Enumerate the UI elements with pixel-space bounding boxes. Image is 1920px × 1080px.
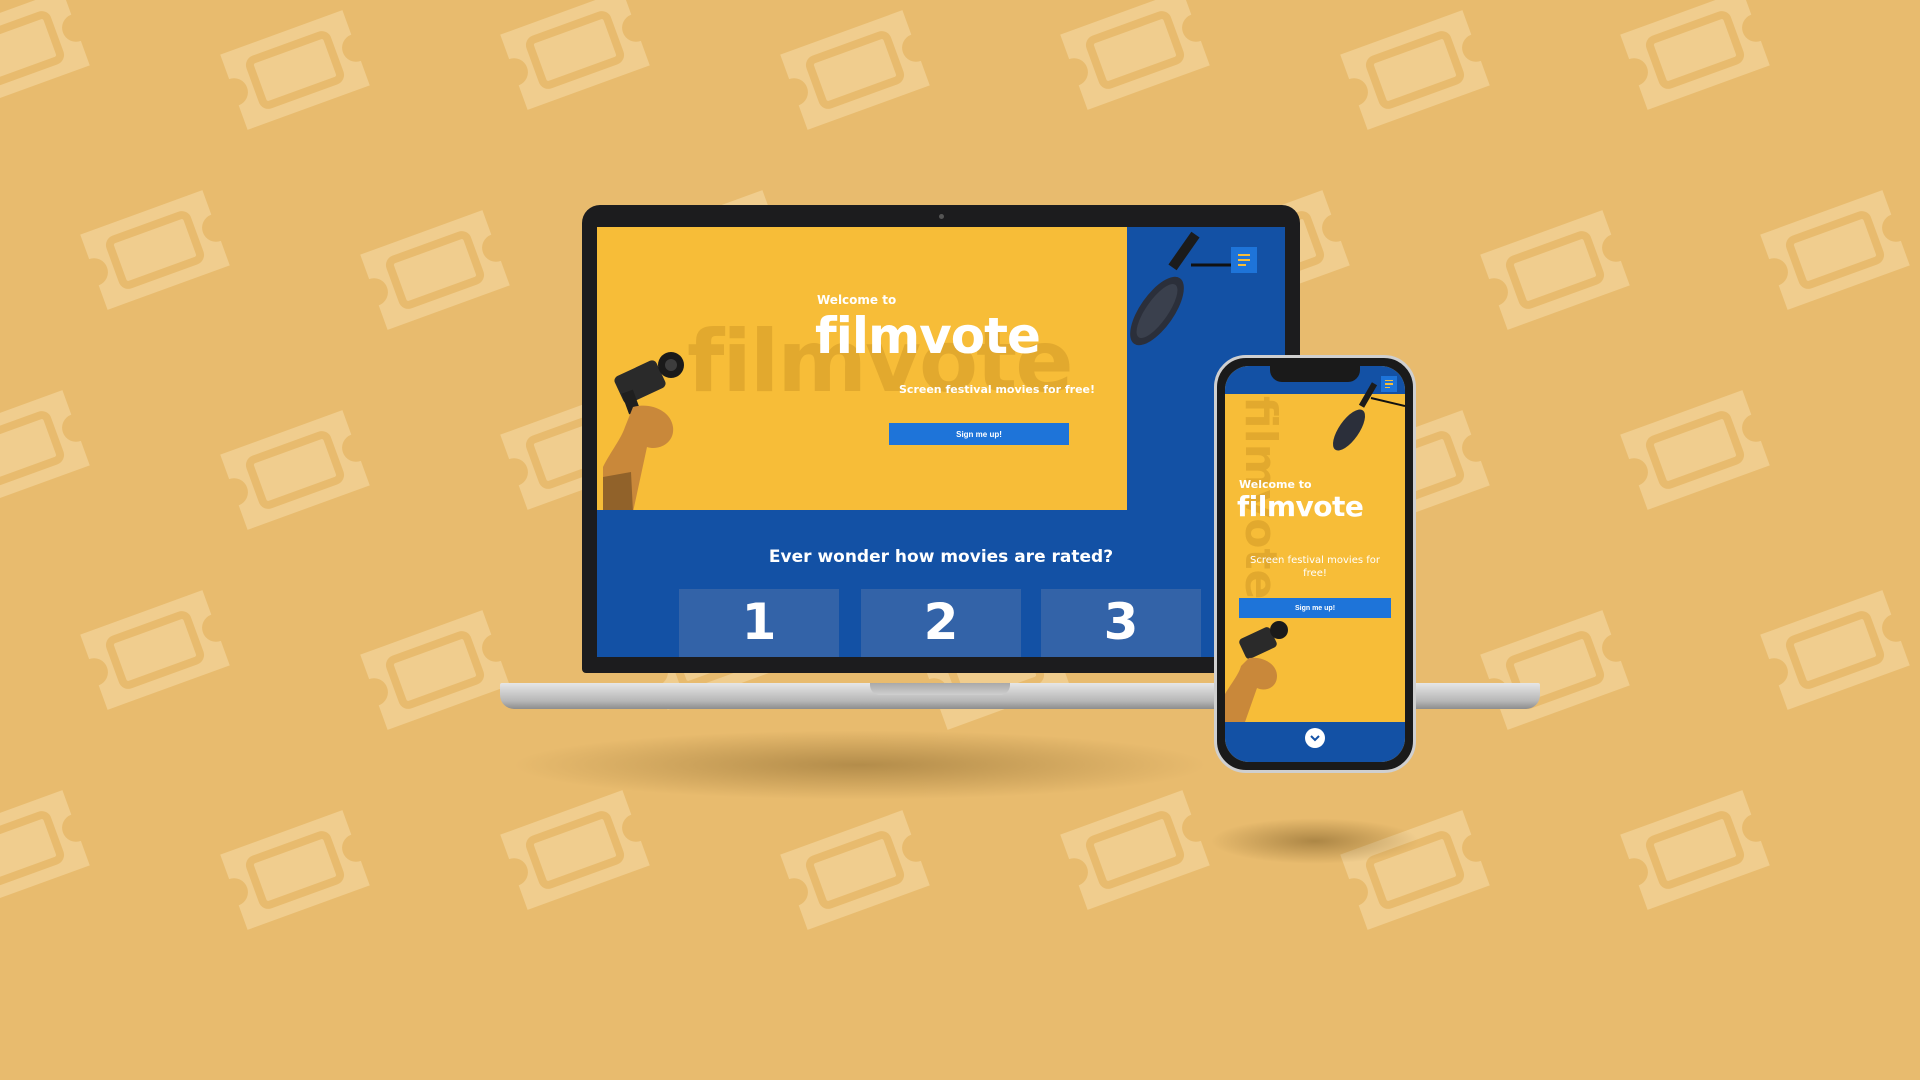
scroll-down-button[interactable] [1305, 728, 1325, 748]
ticket-icon [207, 797, 382, 942]
phone-tagline: Screen festival movies for free! [1250, 555, 1380, 579]
sign-up-button[interactable]: Sign me up! [889, 423, 1069, 445]
video-camera-icon [1225, 621, 1288, 722]
menu-icon-line [1238, 259, 1250, 261]
ticket-icon [1747, 177, 1920, 322]
ticket-icon [1327, 0, 1502, 143]
ticket-icon [207, 0, 382, 143]
ticket-icon [1607, 777, 1782, 922]
menu-button[interactable] [1231, 247, 1257, 273]
ticket-icon [1747, 577, 1920, 722]
ticket-icon [67, 177, 242, 322]
ticket-icon [1607, 0, 1782, 123]
phone-screen: filmvote Welcome to filmvote Screen fest… [1225, 366, 1405, 762]
ticket-icon [767, 797, 942, 942]
phone-menu-button[interactable] [1381, 376, 1397, 392]
ticket-icon [347, 597, 522, 742]
menu-icon-line [1385, 383, 1393, 385]
ticket-icon [0, 777, 103, 922]
laptop-screen: filmvote Welcome to filmvote Screen fest… [597, 227, 1285, 657]
hero-title: filmvote [815, 307, 1041, 365]
laptop-lid: filmvote Welcome to filmvote Screen fest… [582, 205, 1300, 673]
step-card-3: 3 [1041, 589, 1201, 657]
step-card-1: 1 [679, 589, 839, 657]
ticket-icon [207, 397, 382, 542]
ticket-icon [347, 197, 522, 342]
ticket-icon [767, 0, 942, 143]
menu-icon [1385, 379, 1393, 382]
ticket-icon [1047, 0, 1222, 123]
hero-welcome-text: Welcome to [817, 293, 897, 307]
phone-shadow [1210, 818, 1420, 864]
phone-title: filmvote [1237, 490, 1364, 523]
menu-icon-line [1385, 386, 1390, 389]
ticket-icon [487, 0, 662, 123]
chevron-down-icon [1310, 735, 1320, 742]
ticket-icon [1607, 377, 1782, 522]
menu-icon [1238, 254, 1250, 256]
menu-icon-line [1238, 264, 1246, 266]
ticket-icon [67, 577, 242, 722]
ticket-icon [0, 377, 103, 522]
ticket-icon [0, 0, 103, 123]
phone-notch [1270, 366, 1360, 382]
laptop-notch [870, 683, 1010, 695]
phone-mockup: filmvote Welcome to filmvote Screen fest… [1214, 355, 1416, 773]
video-camera-icon [603, 352, 684, 510]
laptop-camera [939, 214, 944, 219]
phone-sign-up-button[interactable]: Sign me up! [1239, 598, 1391, 618]
laptop-shadow [510, 730, 1210, 800]
hero-tagline: Screen festival movies for free! [899, 383, 1096, 396]
section-title: Ever wonder how movies are rated? [768, 547, 1114, 567]
step-card-2: 2 [861, 589, 1021, 657]
hero-section: filmvote Welcome to filmvote Screen fest… [597, 227, 1127, 510]
